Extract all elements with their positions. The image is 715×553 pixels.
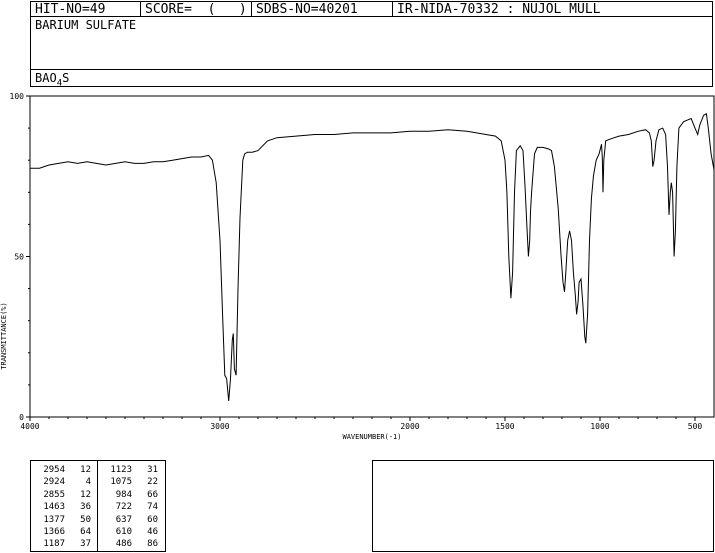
y-tick-label: 50 (14, 253, 24, 262)
peak-row: 1123 31 (98, 464, 165, 476)
plot-frame (29, 95, 715, 418)
y-tick-label: 0 (19, 413, 24, 422)
formula-box: BAO4S (30, 69, 713, 88)
formula-prefix: BAO (35, 71, 57, 85)
x-tick-label: 3000 (210, 422, 229, 431)
peak-wavenumber: 1123 (110, 465, 132, 475)
peak-transmittance: 4 (85, 477, 91, 488)
peak-table: 2954 12 2924 4 2855 12 1463 36 1377 50 1366 64 1187 3… (30, 460, 166, 552)
y-axis: 0 50 100 (10, 92, 30, 422)
spectrum-line (30, 112, 715, 401)
peak-wavenumber: 984 (115, 489, 132, 500)
peak-transmittance: 22 (147, 477, 158, 488)
peak-row: 1187 37 (31, 538, 97, 550)
peak-wavenumber: 2924 (43, 477, 65, 488)
x-axis-label: WAVENUMBER(-1) (342, 433, 401, 441)
y-tick-label: 100 (10, 92, 25, 101)
peak-transmittance: 37 (80, 539, 91, 550)
formula-suffix: S (62, 71, 70, 85)
peak-row: 1075 22 (98, 476, 165, 488)
x-tick-label: 2000 (400, 422, 419, 431)
peak-wavenumber: 722 (115, 502, 132, 513)
peak-wavenumber: 1377 (43, 514, 65, 525)
peak-transmittance: 64 (80, 526, 91, 537)
x-tick-label: 4000 (20, 422, 39, 431)
peak-transmittance: 46 (147, 526, 158, 537)
peak-row: 1463 36 (31, 501, 97, 513)
peak-wavenumber: 1187 (43, 539, 65, 550)
score: SCORE= ( ) (141, 2, 252, 16)
peak-transmittance: 12 (80, 489, 91, 500)
peak-column-right: 1123 31 1075 22 984 66 722 74 637 60 610 46 486 86 (98, 461, 165, 551)
ir-nida-info: IR-NIDA-70332 : NUJOL MULL (397, 2, 601, 16)
peak-wavenumber: 1463 (43, 502, 65, 513)
x-tick-label: 500 (688, 422, 703, 431)
peak-row: 2924 4 (31, 476, 97, 488)
sdbs-number: SDBS-NO=40201 (252, 2, 393, 16)
empty-info-box (372, 460, 714, 552)
peak-transmittance: 50 (80, 514, 91, 525)
peak-row: 1366 64 (31, 526, 97, 538)
x-axis: 4000 3000 2000 1500 1000 500 (20, 417, 702, 431)
peak-transmittance: 36 (80, 502, 91, 513)
peak-row: 984 66 (98, 489, 165, 501)
y-axis-label: TRANSMITTANCE(%) (0, 302, 8, 369)
peak-transmittance: 66 (147, 489, 158, 500)
peak-column-left: 2954 12 2924 4 2855 12 1463 36 1377 50 1366 64 1187 3… (31, 461, 98, 551)
peak-wavenumber: 610 (115, 526, 132, 537)
peak-transmittance: 31 (147, 465, 158, 475)
peak-wavenumber: 486 (115, 539, 132, 550)
hit-number: HIT-NO=49 (31, 2, 141, 16)
peak-wavenumber: 1075 (110, 477, 132, 488)
peak-transmittance: 86 (147, 539, 158, 550)
peak-wavenumber: 637 (115, 514, 132, 525)
peak-row: 2855 12 (31, 489, 97, 501)
peak-transmittance: 60 (147, 514, 158, 525)
peak-row: 637 60 (98, 514, 165, 526)
peak-row: 722 74 (98, 501, 165, 513)
x-tick-label: 1000 (590, 422, 609, 431)
peak-row: 486 86 (98, 538, 165, 550)
peak-row: 1377 50 (31, 514, 97, 526)
ir-spectrum-chart: 0 50 100 4000 3000 2000 1500 1000 500 WAVENUMBE… (0, 92, 715, 441)
peak-row: 2954 12 (31, 464, 97, 476)
peak-wavenumber: 1366 (43, 526, 65, 537)
peak-transmittance: 74 (147, 502, 158, 513)
x-tick-label: 1500 (495, 422, 514, 431)
compound-name: BARIUM SULFATE (35, 18, 137, 32)
peak-row: 610 46 (98, 526, 165, 538)
compound-name-box: BARIUM SULFATE (30, 16, 713, 70)
peak-transmittance: 12 (80, 465, 91, 475)
peak-wavenumber: 2855 (43, 489, 65, 500)
header-bar: HIT-NO=49 SCORE= ( ) SDBS-NO=40201 IR-NI… (30, 1, 713, 17)
peak-wavenumber: 2954 (43, 465, 65, 475)
